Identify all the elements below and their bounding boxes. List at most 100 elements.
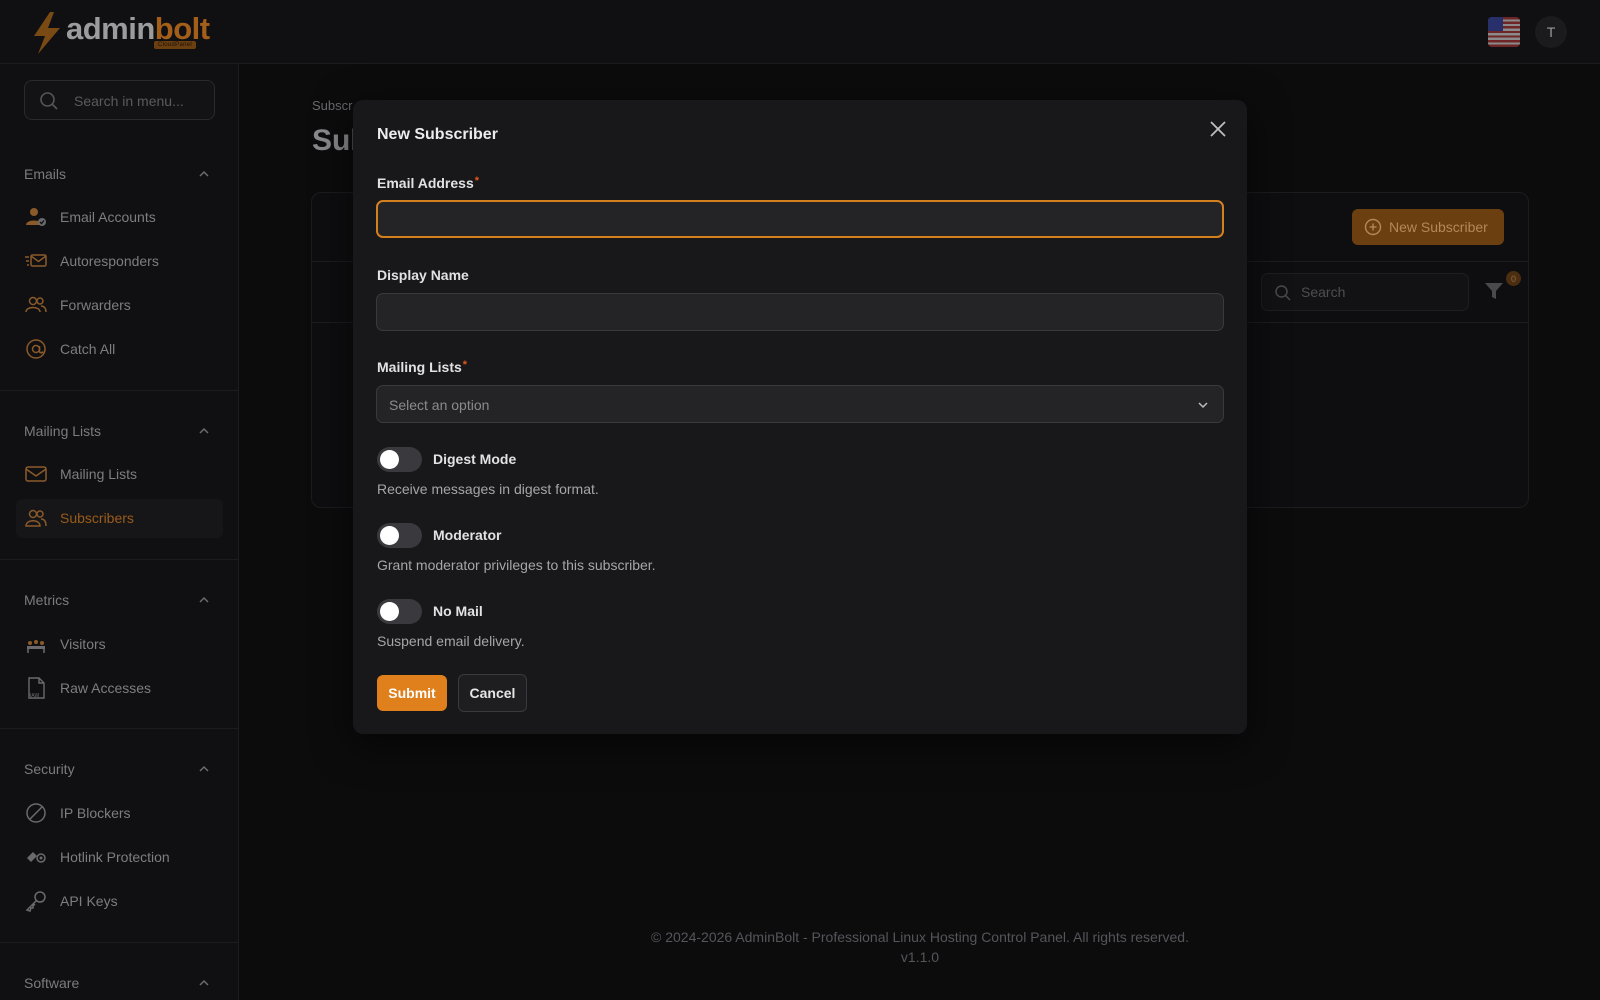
mailing-lists-placeholder: Select an option <box>389 397 490 413</box>
svg-text:RAW: RAW <box>28 693 39 699</box>
us-flag-icon[interactable] <box>1488 17 1520 47</box>
no-mail-toggle[interactable] <box>377 599 422 624</box>
top-bar: adminbolt CloudPanel T <box>0 0 1600 64</box>
group-title-software[interactable]: Software <box>24 975 79 991</box>
sidebar-search-placeholder: Search in menu... <box>74 93 184 109</box>
sidebar-item-email-accounts[interactable]: Email Accounts <box>16 198 223 237</box>
new-subscriber-button[interactable]: New Subscriber <box>1352 209 1504 245</box>
submit-button[interactable]: Submit <box>377 675 447 711</box>
chevron-down-icon <box>1198 402 1208 409</box>
sidebar-item-label: Subscribers <box>60 510 134 526</box>
sidebar-item-visitors[interactable]: Visitors <box>16 625 223 664</box>
sidebar-item-label: Mailing Lists <box>60 466 138 482</box>
footer-version: v1.1.0 <box>900 949 940 965</box>
email-address-label-text: Email Address <box>377 175 474 191</box>
required-marker: * <box>474 175 480 187</box>
sidebar-item-catch-all[interactable]: Catch All <box>16 330 223 369</box>
chevron-up-icon[interactable] <box>198 168 210 180</box>
plus-circle-icon <box>1364 218 1382 236</box>
raw-file-icon: RAW <box>28 677 45 699</box>
search-icon <box>1275 285 1291 301</box>
moderator-help: Grant moderator privileges to this subsc… <box>377 557 656 573</box>
sidebar-item-ip-blockers[interactable]: IP Blockers <box>16 794 223 833</box>
sidebar-search-input[interactable]: Search in menu... <box>24 80 215 120</box>
breadcrumb[interactable]: Subscr <box>312 98 352 113</box>
avatar[interactable]: T <box>1535 16 1567 48</box>
sidebar-item-hotlink-protection[interactable]: Hotlink Protection <box>16 838 223 877</box>
mailing-lists-select[interactable]: Select an option <box>376 385 1224 423</box>
moderator-toggle[interactable] <box>377 523 422 548</box>
new-subscriber-label: New Subscriber <box>1389 219 1488 235</box>
moderator-label: Moderator <box>433 527 502 543</box>
footer-copyright: © 2024-2026 AdminBolt - Professional Lin… <box>651 929 1189 945</box>
group-title-emails[interactable]: Emails <box>24 166 66 182</box>
toggle-knob <box>380 526 399 545</box>
sidebar-item-label: Forwarders <box>60 297 131 313</box>
logo-subtitle: CloudPanel <box>154 41 197 49</box>
sidebar-divider <box>0 942 239 943</box>
chevron-up-icon[interactable] <box>198 594 210 606</box>
sidebar-item-label: IP Blockers <box>60 805 131 821</box>
toggle-knob <box>380 602 399 621</box>
key-icon <box>25 891 46 912</box>
no-mail-label: No Mail <box>433 603 483 619</box>
users-icon <box>25 296 47 313</box>
sidebar-item-api-keys[interactable]: API Keys <box>16 882 223 921</box>
users-icon <box>25 509 47 527</box>
digest-mode-label: Digest Mode <box>433 451 517 467</box>
filter-icon[interactable] <box>1484 281 1504 301</box>
modal-title: New Subscriber <box>377 126 498 143</box>
sidebar-item-subscribers[interactable]: Subscribers <box>16 499 223 538</box>
mailing-lists-label-text: Mailing Lists <box>377 359 462 375</box>
mail-fast-icon <box>25 254 47 267</box>
footer: © 2024-2026 AdminBolt - Professional Lin… <box>560 927 1280 967</box>
required-marker: * <box>462 359 468 371</box>
cancel-button[interactable]: Cancel <box>458 674 527 712</box>
display-name-label: Display Name <box>377 267 469 283</box>
group-title-metrics[interactable]: Metrics <box>24 592 69 608</box>
sidebar-item-mailing-lists[interactable]: Mailing Lists <box>16 455 223 494</box>
chevron-up-icon[interactable] <box>198 425 210 437</box>
toggle-knob <box>380 450 399 469</box>
digest-mode-toggle[interactable] <box>377 447 422 472</box>
close-icon[interactable] <box>1208 119 1228 139</box>
sidebar-item-label: Catch All <box>60 341 116 357</box>
sidebar-divider <box>0 728 239 729</box>
block-icon <box>26 803 46 823</box>
sidebar-item-forwarders[interactable]: Forwarders <box>16 286 223 325</box>
group-title-security[interactable]: Security <box>24 761 75 777</box>
sidebar-item-raw-accesses[interactable]: RAW Raw Accesses <box>16 669 223 708</box>
hotlink-icon <box>27 852 46 863</box>
search-icon <box>40 92 58 110</box>
sidebar-item-label: Autoresponders <box>60 253 159 269</box>
at-icon <box>26 339 46 359</box>
new-subscriber-modal: New Subscriber Email Address* Display Na… <box>353 100 1247 734</box>
envelope-icon <box>25 466 47 482</box>
sidebar-divider <box>0 559 239 560</box>
digest-mode-help: Receive messages in digest format. <box>377 481 599 497</box>
table-search-placeholder: Search <box>1301 284 1346 300</box>
table-search-input[interactable]: Search <box>1261 273 1469 311</box>
sidebar-item-label: Visitors <box>60 636 106 652</box>
sidebar: Search in menu... Emails Email Accounts … <box>0 64 239 1000</box>
user-check-icon <box>26 208 46 226</box>
sidebar-item-label: Raw Accesses <box>60 680 152 696</box>
email-address-input[interactable] <box>376 200 1224 238</box>
page-title: Sul <box>312 124 359 157</box>
no-mail-help: Suspend email delivery. <box>377 633 525 649</box>
visitors-icon <box>27 640 45 653</box>
sidebar-item-label: API Keys <box>60 893 118 909</box>
chevron-up-icon[interactable] <box>198 763 210 775</box>
logo-text-admin: admin <box>66 11 155 46</box>
sidebar-divider <box>0 390 239 391</box>
logo[interactable]: adminbolt CloudPanel <box>30 12 210 54</box>
bolt-logo-icon <box>34 12 60 54</box>
sidebar-item-label: Hotlink Protection <box>60 849 170 865</box>
email-address-label: Email Address* <box>377 175 479 191</box>
filter-count-badge: 0 <box>1506 271 1521 286</box>
group-title-mailing-lists[interactable]: Mailing Lists <box>24 423 101 439</box>
chevron-up-icon[interactable] <box>198 977 210 989</box>
sidebar-item-autoresponders[interactable]: Autoresponders <box>16 242 223 281</box>
display-name-input[interactable] <box>376 293 1224 331</box>
mailing-lists-label: Mailing Lists* <box>377 359 467 375</box>
